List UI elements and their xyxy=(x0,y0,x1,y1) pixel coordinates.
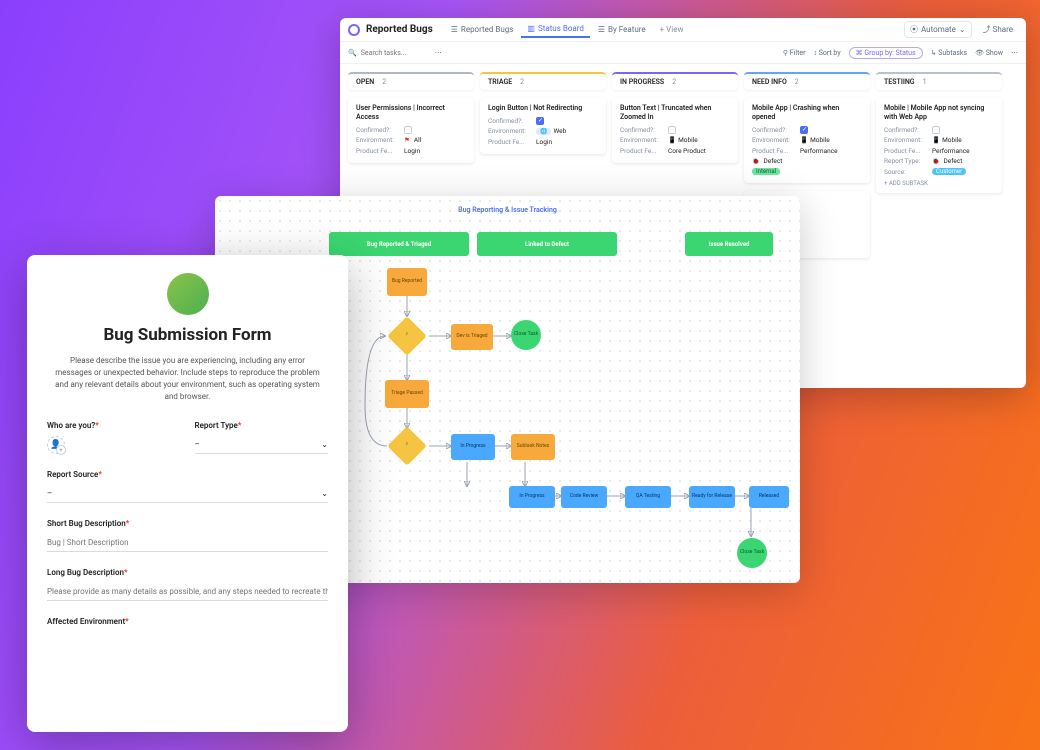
flow-node[interactable]: Released xyxy=(749,486,789,508)
short-desc-input[interactable] xyxy=(47,534,328,552)
card[interactable]: Login Button | Not Redirecting Confirmed… xyxy=(480,98,606,154)
checkbox[interactable] xyxy=(932,126,940,134)
eye-icon: 👁 xyxy=(975,49,984,57)
chevron-down-icon: ⌄ xyxy=(321,440,328,449)
app-logo-icon xyxy=(348,24,360,36)
flow-node[interactable]: In Progress xyxy=(451,434,495,460)
filter-icon: ⚲ xyxy=(783,49,788,57)
column-testing: TESTIING1 Mobile | Mobile App not syncin… xyxy=(876,72,1002,266)
share-icon: ⤴ xyxy=(983,25,991,34)
flow-node[interactable]: QA Testing xyxy=(625,486,671,508)
card-title: Login Button | Not Redirecting xyxy=(488,104,598,113)
flow-node[interactable]: Dev is Triaged xyxy=(451,324,493,350)
column-header[interactable]: IN PROGRESS2 xyxy=(612,72,738,90)
tab-by-feature[interactable]: ☰By Feature xyxy=(592,21,652,38)
column-header[interactable]: OPEN2 xyxy=(348,72,474,90)
flow-terminal[interactable]: Close Task xyxy=(511,320,541,350)
mobile-icon: 📱 xyxy=(932,136,940,144)
label-short-desc: Short Bug Description* xyxy=(47,519,328,528)
subtask-icon: ↳ xyxy=(931,49,937,57)
form-title: Bug Submission Form xyxy=(47,325,328,345)
group-by-pill[interactable]: ⌘ Group by: Status xyxy=(849,47,923,59)
subtasks-button[interactable]: ↳ Subtasks xyxy=(931,49,967,57)
bug-form-window: Bug Submission Form Please describe the … xyxy=(27,255,348,732)
card-title: Mobile | Mobile App not syncing with Web… xyxy=(884,104,994,122)
assignee-picker[interactable]: 👤 xyxy=(47,436,65,454)
card[interactable]: Button Text | Truncated when Zoomed In C… xyxy=(612,98,738,163)
flow-node[interactable]: Code Review xyxy=(561,486,607,508)
tab-status-board[interactable]: ▥Status Board xyxy=(521,21,589,38)
label-who: Who are you?* xyxy=(47,421,181,430)
card-title: User Permissions | Incorrect Access xyxy=(356,104,466,122)
group-icon: ⌘ xyxy=(856,49,863,57)
search-icon: 🔍 xyxy=(348,49,357,57)
automate-button[interactable]: ⦿Automate⌄ xyxy=(904,21,972,38)
card[interactable]: Mobile | Mobile App not syncing with Web… xyxy=(876,98,1002,193)
checkbox[interactable] xyxy=(536,117,544,125)
search-input[interactable] xyxy=(361,49,431,57)
board-icon: ▥ xyxy=(527,24,535,33)
more-icon[interactable]: ⋯ xyxy=(435,49,442,57)
person-icon: 👤 xyxy=(50,440,61,450)
mobile-icon: 📱 xyxy=(800,136,808,144)
show-button[interactable]: 👁 Show xyxy=(975,49,1003,57)
board-filter-bar: 🔍 ⋯ ⚲ Filter ↕ Sort by ⌘ Group by: Statu… xyxy=(340,42,1026,64)
card[interactable]: Mobile App | Crashing when opened Confir… xyxy=(744,98,870,183)
flow-node[interactable]: Bug Reported xyxy=(387,268,427,296)
label-affected-env: Affected Environment* xyxy=(47,617,328,626)
label-long-desc: Long Bug Description* xyxy=(47,568,328,577)
board-header: Reported Bugs ☰Reported Bugs ▥Status Boa… xyxy=(340,18,1026,42)
flow-terminal[interactable]: Close Task xyxy=(737,538,767,568)
checkbox[interactable] xyxy=(668,126,676,134)
avatar xyxy=(167,273,209,315)
label-report-source: Report Source* xyxy=(47,470,328,479)
chevron-down-icon: ⌄ xyxy=(321,489,328,498)
label-report-type: Report Type* xyxy=(195,421,329,430)
form-description: Please describe the issue you are experi… xyxy=(47,355,328,403)
flow-node[interactable]: Ready for Release xyxy=(689,486,735,508)
list-icon: ☰ xyxy=(451,25,458,34)
column-header[interactable]: TESTIING1 xyxy=(876,72,1002,90)
sort-icon: ↕ xyxy=(813,49,817,57)
card-title: Mobile App | Crashing when opened xyxy=(752,104,862,122)
long-desc-input[interactable] xyxy=(47,583,328,601)
board-title: Reported Bugs xyxy=(366,24,433,35)
checkbox[interactable] xyxy=(404,126,412,134)
share-button[interactable]: ⤴ Share xyxy=(978,22,1018,37)
add-subtask-button[interactable]: + ADD SUBTASK xyxy=(884,180,994,187)
checkbox[interactable] xyxy=(800,126,808,134)
sort-button[interactable]: ↕ Sort by xyxy=(813,49,840,57)
add-view-button[interactable]: + View xyxy=(654,21,690,38)
header-actions: ⦿Automate⌄ ⤴ Share xyxy=(904,21,1018,38)
more-menu-icon[interactable]: ⋯ xyxy=(1011,49,1018,57)
mobile-icon: 📱 xyxy=(668,136,676,144)
column-header[interactable]: TRIAGE2 xyxy=(480,72,606,90)
globe-icon: 🌐 xyxy=(536,128,551,135)
column-header[interactable]: NEED INFO2 xyxy=(744,72,870,90)
view-tabs: ☰Reported Bugs ▥Status Board ☰By Feature… xyxy=(445,21,690,38)
tab-reported-bugs[interactable]: ☰Reported Bugs xyxy=(445,21,520,38)
search-wrap: 🔍 ⋯ xyxy=(348,49,458,57)
flow-node[interactable]: In Progress xyxy=(509,486,555,508)
chevron-down-icon: ⌄ xyxy=(959,25,966,34)
list-icon: ☰ xyxy=(598,25,605,34)
flow-node[interactable]: Triage Passed xyxy=(385,380,429,408)
report-type-select[interactable]: –⌄ xyxy=(195,436,329,454)
filter-button[interactable]: ⚲ Filter xyxy=(783,49,806,57)
report-source-select[interactable]: –⌄ xyxy=(47,485,328,503)
flow-node[interactable]: Subtask Notes xyxy=(511,434,555,460)
bolt-icon: ⦿ xyxy=(910,24,918,35)
card[interactable]: User Permissions | Incorrect Access Conf… xyxy=(348,98,474,163)
card-title: Button Text | Truncated when Zoomed In xyxy=(620,104,730,122)
